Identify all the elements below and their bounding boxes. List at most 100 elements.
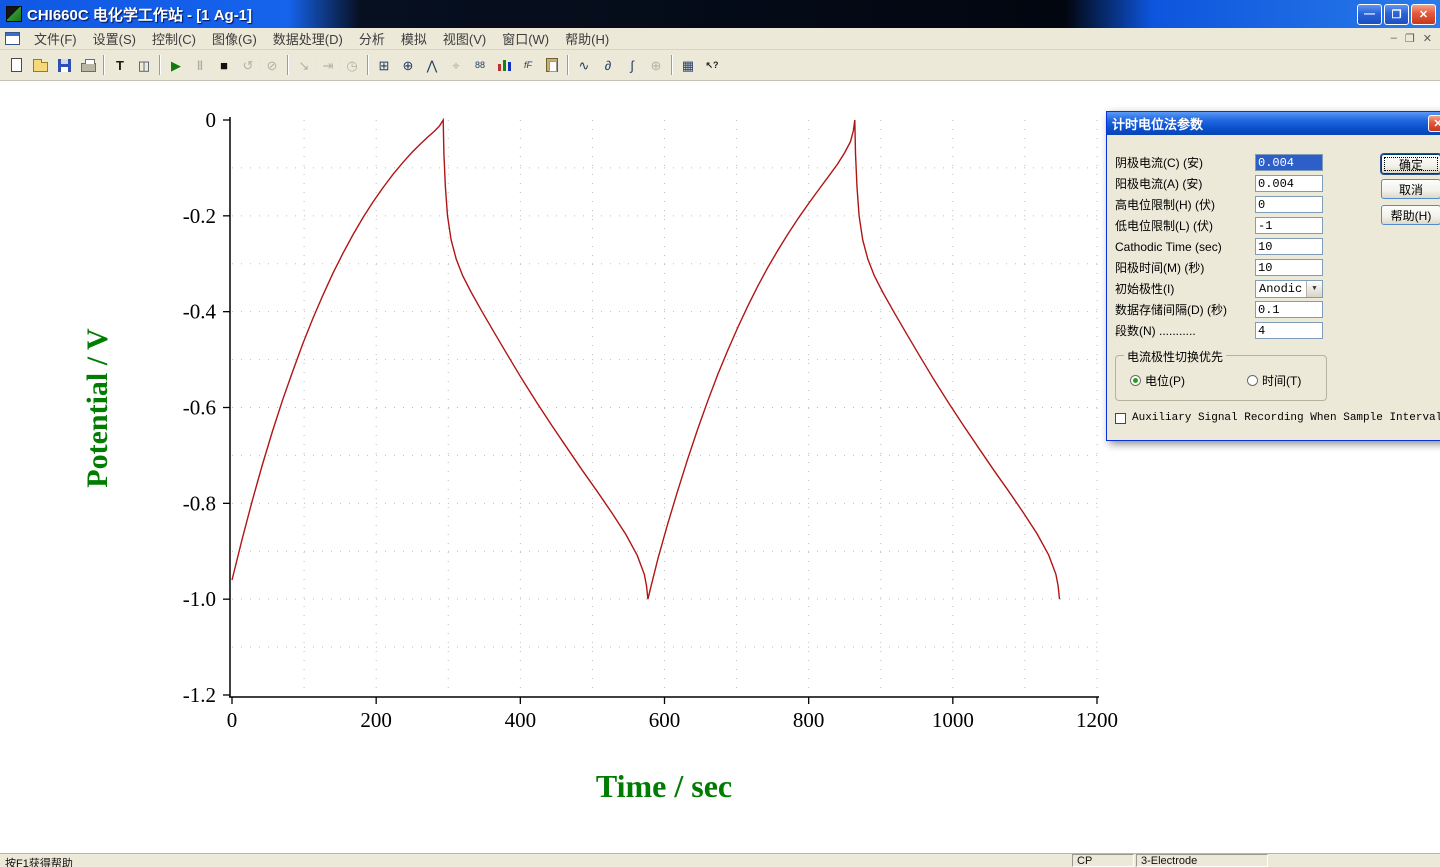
text-label-icon: T bbox=[116, 57, 124, 73]
stop-icon[interactable]: ■ bbox=[212, 53, 236, 77]
smooth-curve-icon[interactable]: ∿ bbox=[572, 53, 596, 77]
param-label: 高电位限制(H) (伏) bbox=[1115, 198, 1215, 212]
param-input-1[interactable] bbox=[1255, 175, 1323, 192]
document-icon[interactable] bbox=[5, 32, 20, 45]
y-tick-label: 0 bbox=[206, 108, 217, 132]
toolbar: T ◫ ▶ ‖ ■ ↺ ⊘ ↘ ⇥ ◷ ⊞ ⊕ ⋀ ⌖ 88 fF ∿ ∂ ∫ ⊕ ▦ ↖? bbox=[0, 50, 1440, 81]
menu-graphics[interactable]: 图像(G) bbox=[204, 26, 265, 51]
derivative-icon[interactable]: ∂ bbox=[596, 53, 620, 77]
param-label: 阳极电流(A) (安) bbox=[1115, 177, 1203, 191]
param-input-3[interactable] bbox=[1255, 217, 1323, 234]
param-input-5[interactable] bbox=[1255, 259, 1323, 276]
menu-file[interactable]: 文件(F) bbox=[26, 26, 85, 51]
run-experiment-icon[interactable]: ▶ bbox=[164, 53, 188, 77]
y-tick-label: -0.4 bbox=[183, 300, 217, 324]
param-row-3: 低电位限制(L) (伏) bbox=[1115, 215, 1323, 236]
stop-icon: ■ bbox=[220, 57, 228, 73]
copy-to-clipboard-icon[interactable] bbox=[540, 53, 564, 77]
param-row-0: 阴极电流(C) (安) bbox=[1115, 152, 1323, 173]
integrate-icon[interactable]: ∫ bbox=[620, 53, 644, 77]
param-label: 数据存储间隔(D) (秒) bbox=[1115, 303, 1227, 317]
menu-window[interactable]: 窗口(W) bbox=[494, 26, 557, 51]
radio-button-icon[interactable] bbox=[1247, 375, 1258, 386]
aux-signal-checkbox[interactable] bbox=[1115, 412, 1126, 424]
font-icon[interactable]: fF bbox=[516, 53, 540, 77]
y-tick-label: -1.2 bbox=[183, 683, 216, 707]
context-help-icon[interactable]: ↖? bbox=[700, 53, 724, 77]
param-input-0[interactable] bbox=[1255, 154, 1323, 171]
param-row-8: 段数(N) ........... bbox=[1115, 320, 1323, 341]
ir-compensation-icon: ↘ bbox=[298, 57, 310, 73]
sep-4 bbox=[367, 55, 369, 75]
child-close-button[interactable]: ✕ bbox=[1423, 32, 1432, 45]
child-minimize-button[interactable]: – bbox=[1391, 32, 1397, 45]
param-row-5: 阳极时间(M) (秒) bbox=[1115, 257, 1323, 278]
param-input-2[interactable] bbox=[1255, 196, 1323, 213]
reverse-scan-icon: ↺ bbox=[242, 57, 254, 73]
cp-curve bbox=[231, 117, 1061, 600]
restore-button[interactable]: ❐ bbox=[1384, 3, 1409, 25]
open-file-icon[interactable] bbox=[28, 53, 52, 77]
child-restore-button[interactable]: ❐ bbox=[1405, 32, 1415, 45]
timer-icon: ◷ bbox=[340, 53, 364, 77]
data-bars-icon[interactable] bbox=[492, 53, 516, 77]
print-icon bbox=[80, 58, 96, 72]
dialog-title-bar[interactable]: 计时电位法参数 ✕ bbox=[1107, 112, 1440, 135]
zero-current-icon: ⊘ bbox=[266, 57, 278, 73]
zoom-window-icon[interactable]: ⊞ bbox=[372, 53, 396, 77]
menu-setup[interactable]: 设置(S) bbox=[85, 26, 144, 51]
help-button[interactable]: 帮助(H) bbox=[1381, 205, 1440, 225]
polarity-switch-group: 电流极性切换优先 电位(P) 时间(T) bbox=[1115, 348, 1327, 401]
radio-potential[interactable]: 电位(P) bbox=[1130, 372, 1185, 389]
print-icon[interactable] bbox=[76, 53, 100, 77]
crosshair-icon: ⌖ bbox=[452, 57, 460, 73]
window-layout-icon[interactable]: ◫ bbox=[132, 53, 156, 77]
menu-analysis[interactable]: 分析 bbox=[351, 26, 393, 51]
param-input-7[interactable] bbox=[1255, 301, 1323, 318]
menu-simulation[interactable]: 模拟 bbox=[393, 26, 435, 51]
group-title: 电流极性切换优先 bbox=[1124, 348, 1227, 365]
menu-dataproc[interactable]: 数据处理(D) bbox=[265, 26, 351, 51]
digital-display-icon[interactable]: 88 bbox=[468, 53, 492, 77]
zoom-in-icon[interactable]: ⊕ bbox=[396, 53, 420, 77]
initial-polarity-select[interactable]: Anodic ▼ bbox=[1255, 279, 1323, 298]
radio-time[interactable]: 时间(T) bbox=[1247, 372, 1301, 389]
sep-6 bbox=[671, 55, 673, 75]
status-electrode-badge: 3-Electrode bbox=[1136, 854, 1268, 867]
copy-to-clipboard-icon bbox=[546, 58, 558, 72]
peak-marker-icon[interactable]: ⋀ bbox=[420, 53, 444, 77]
initial-polarity-value: Anodic bbox=[1259, 281, 1303, 296]
minimize-button[interactable]: — bbox=[1357, 3, 1382, 25]
param-label: 段数(N) ........... bbox=[1115, 324, 1196, 338]
text-label-icon[interactable]: T bbox=[108, 53, 132, 77]
crosshair-icon: ⌖ bbox=[444, 53, 468, 77]
status-help-text: 按F1获得帮助 bbox=[5, 858, 73, 867]
derivative-icon: ∂ bbox=[604, 57, 612, 73]
data-listing-icon[interactable]: ▦ bbox=[676, 53, 700, 77]
chevron-down-icon[interactable]: ▼ bbox=[1306, 280, 1322, 297]
x-tick-label: 0 bbox=[227, 708, 238, 732]
dialog-close-icon[interactable]: ✕ bbox=[1428, 115, 1440, 132]
y-tick-label: -0.6 bbox=[183, 396, 216, 420]
menu-view[interactable]: 视图(V) bbox=[435, 26, 494, 51]
app-window: CHI660C 电化学工作站 - [1 Ag-1] — ❐ ✕ 文件(F) 设置… bbox=[0, 0, 1440, 867]
menu-help[interactable]: 帮助(H) bbox=[557, 26, 617, 51]
param-input-4[interactable] bbox=[1255, 238, 1323, 255]
step-sequence-icon: ⇥ bbox=[316, 53, 340, 77]
param-input-8[interactable] bbox=[1255, 322, 1323, 339]
reverse-scan-icon: ↺ bbox=[236, 53, 260, 77]
save-icon[interactable] bbox=[52, 53, 76, 77]
cancel-button[interactable]: 取消 bbox=[1381, 179, 1440, 199]
y-tick-label: -1.0 bbox=[183, 587, 216, 611]
menu-control[interactable]: 控制(C) bbox=[144, 26, 204, 51]
ok-button[interactable]: 确定 bbox=[1381, 154, 1440, 174]
x-tick-label: 1000 bbox=[932, 708, 974, 732]
close-button[interactable]: ✕ bbox=[1411, 3, 1436, 25]
timer-icon: ◷ bbox=[346, 57, 358, 73]
param-label: 低电位限制(L) (伏) bbox=[1115, 219, 1213, 233]
inspect-icon: ⊕ bbox=[644, 53, 668, 77]
open-file-icon bbox=[32, 58, 48, 72]
new-file-icon[interactable] bbox=[4, 53, 28, 77]
radio-button-icon[interactable] bbox=[1130, 375, 1141, 386]
x-tick-label: 600 bbox=[649, 708, 681, 732]
